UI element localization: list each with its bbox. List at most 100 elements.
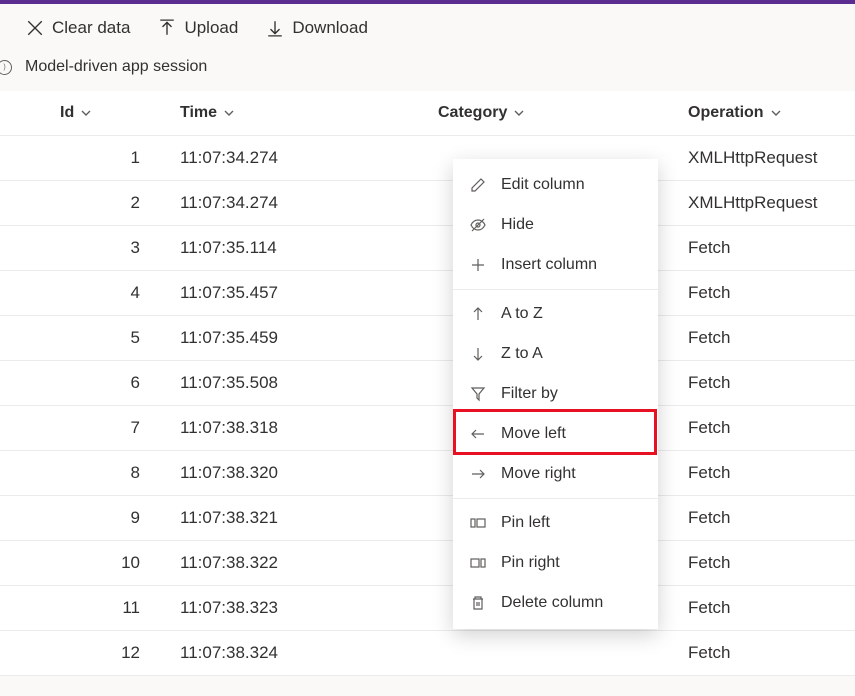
column-header-category[interactable]: Category — [426, 91, 676, 135]
download-icon — [266, 19, 284, 37]
cell-time: 11:07:35.508 — [168, 361, 426, 405]
breadcrumb: ) Model-driven app session — [0, 52, 855, 90]
cm-sort-asc-label: A to Z — [501, 305, 543, 323]
cell-id: 3 — [48, 226, 168, 270]
column-header-id[interactable]: Id — [48, 91, 168, 135]
cell-operation: Fetch — [676, 406, 855, 450]
cm-move-right-label: Move right — [501, 465, 576, 483]
table-row[interactable]: 811:07:38.320 Fetch — [0, 451, 855, 496]
cell-operation: Fetch — [676, 496, 855, 540]
table-row[interactable]: 111:07:34.274XMLHttpRequest — [0, 136, 855, 181]
column-header-time-label: Time — [180, 104, 217, 122]
cell-time: 11:07:38.320 — [168, 451, 426, 495]
cell-id: 9 — [48, 496, 168, 540]
close-icon — [26, 19, 44, 37]
cm-hide-label: Hide — [501, 216, 534, 234]
row-gutter — [0, 361, 48, 405]
arrow-down-icon — [469, 345, 487, 363]
download-label: Download — [292, 18, 368, 38]
table-row[interactable]: 611:07:35.508Fetch — [0, 361, 855, 406]
trash-icon — [469, 594, 487, 612]
row-gutter — [0, 316, 48, 360]
cell-time: 11:07:34.274 — [168, 136, 426, 180]
arrow-right-icon — [469, 465, 487, 483]
table-row[interactable]: 911:07:38.321Fetch — [0, 496, 855, 541]
cm-separator — [453, 289, 658, 290]
cell-time: 11:07:38.324 — [168, 631, 426, 675]
cell-id: 11 — [48, 586, 168, 630]
cm-sort-asc[interactable]: A to Z — [453, 294, 658, 334]
toolbar: Clear data Upload Download — [0, 4, 855, 52]
cm-delete-column[interactable]: Delete column — [453, 583, 658, 623]
cell-operation: Fetch — [676, 631, 855, 675]
cell-operation: Fetch — [676, 451, 855, 495]
grid-body: 111:07:34.274XMLHttpRequest211:07:34.274… — [0, 136, 855, 676]
table-row[interactable]: 311:07:35.114 Fetch — [0, 226, 855, 271]
chevron-down-icon — [513, 107, 525, 119]
cell-id: 10 — [48, 541, 168, 585]
pin-right-icon — [469, 554, 487, 572]
cm-filter-by[interactable]: Filter by — [453, 374, 658, 414]
column-header-operation[interactable]: Operation — [676, 91, 855, 135]
arrow-left-icon — [469, 425, 487, 443]
breadcrumb-label: Model-driven app session — [25, 58, 207, 76]
download-button[interactable]: Download — [256, 12, 378, 44]
upload-icon — [158, 19, 176, 37]
row-gutter — [0, 271, 48, 315]
cell-id: 7 — [48, 406, 168, 450]
data-grid: Id Time Category Operation 111:07:34.274… — [0, 90, 855, 676]
hide-icon — [469, 216, 487, 234]
cm-pin-right-label: Pin right — [501, 554, 560, 572]
table-row[interactable]: 1211:07:38.324Fetch — [0, 631, 855, 676]
cell-time: 11:07:35.114 — [168, 226, 426, 270]
arrow-up-icon — [469, 305, 487, 323]
cell-time: 11:07:34.274 — [168, 181, 426, 225]
cm-move-right[interactable]: Move right — [453, 454, 658, 494]
table-row[interactable]: 711:07:38.318 Fetch — [0, 406, 855, 451]
clear-data-button[interactable]: Clear data — [16, 12, 140, 44]
cm-delete-column-label: Delete column — [501, 594, 603, 612]
column-header-category-label: Category — [438, 104, 507, 122]
cm-sort-desc-label: Z to A — [501, 345, 543, 363]
cell-operation: Fetch — [676, 361, 855, 405]
cm-separator — [453, 498, 658, 499]
chevron-down-icon — [223, 107, 235, 119]
cell-id: 5 — [48, 316, 168, 360]
upload-button[interactable]: Upload — [148, 12, 248, 44]
table-row[interactable]: 211:07:34.274XMLHttpRequest — [0, 181, 855, 226]
cell-time: 11:07:35.459 — [168, 316, 426, 360]
row-gutter — [0, 181, 48, 225]
row-gutter — [0, 541, 48, 585]
cell-category — [426, 631, 676, 675]
column-header-time[interactable]: Time — [168, 91, 426, 135]
cell-operation: Fetch — [676, 226, 855, 270]
cm-edit-column[interactable]: Edit column — [453, 165, 658, 205]
cell-operation: XMLHttpRequest — [676, 136, 855, 180]
table-row[interactable]: 411:07:35.457Fetch — [0, 271, 855, 316]
table-row[interactable]: 511:07:35.459Fetch — [0, 316, 855, 361]
table-row[interactable]: 1111:07:38.323 Fetch — [0, 586, 855, 631]
cm-sort-desc[interactable]: Z to A — [453, 334, 658, 374]
cm-insert-column[interactable]: Insert column — [453, 245, 658, 285]
row-gutter — [0, 451, 48, 495]
session-status-icon: ) — [0, 60, 12, 75]
cm-pin-right[interactable]: Pin right — [453, 543, 658, 583]
cell-operation: Fetch — [676, 586, 855, 630]
row-gutter — [0, 136, 48, 180]
row-gutter — [0, 226, 48, 270]
cm-pin-left-label: Pin left — [501, 514, 550, 532]
pencil-icon — [469, 176, 487, 194]
table-row[interactable]: 1011:07:38.322Fetch — [0, 541, 855, 586]
row-gutter — [0, 496, 48, 540]
cell-time: 11:07:38.318 — [168, 406, 426, 450]
cm-pin-left[interactable]: Pin left — [453, 503, 658, 543]
gutter-header — [0, 91, 48, 135]
cm-hide[interactable]: Hide — [453, 205, 658, 245]
cell-time: 11:07:38.323 — [168, 586, 426, 630]
cell-id: 2 — [48, 181, 168, 225]
cm-move-left[interactable]: Move left — [453, 414, 658, 454]
cell-id: 8 — [48, 451, 168, 495]
cell-id: 4 — [48, 271, 168, 315]
row-gutter — [0, 406, 48, 450]
clear-data-label: Clear data — [52, 18, 130, 38]
